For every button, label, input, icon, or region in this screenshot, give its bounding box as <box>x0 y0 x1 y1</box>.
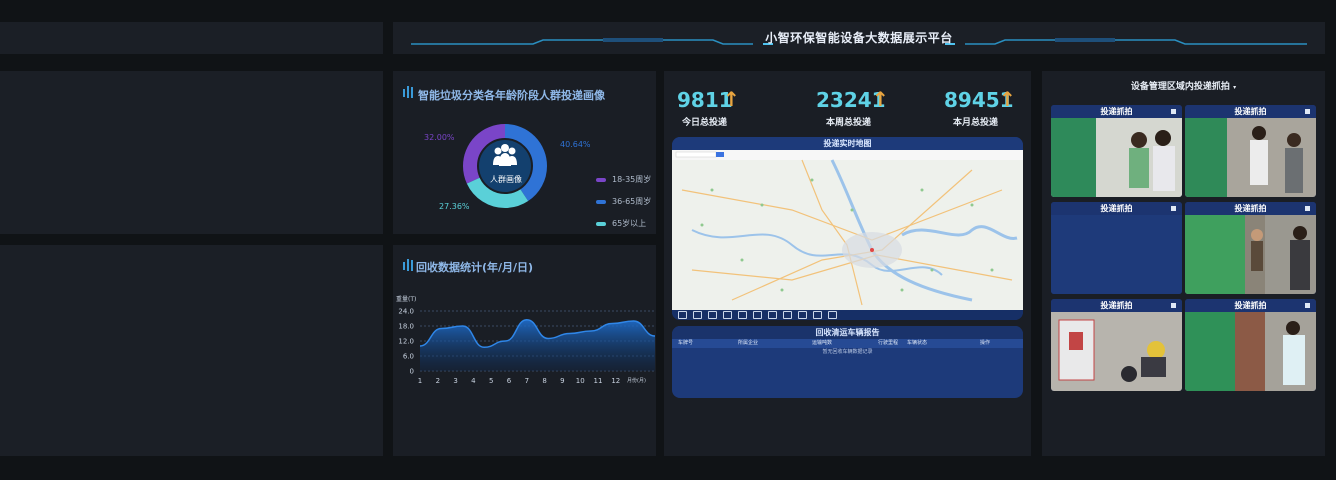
map-tool-icon[interactable] <box>768 311 777 319</box>
donut-pct-36-65: 40.64% <box>560 140 591 149</box>
page-title: 小智环保智能设备大数据展示平台 <box>765 31 953 45</box>
x-tick-label: 5 <box>489 377 493 385</box>
left-bottom-panel <box>0 245 383 456</box>
map-tool-icon[interactable] <box>828 311 837 319</box>
map-toolbar[interactable] <box>672 310 1023 320</box>
left-middle-panel <box>0 71 383 234</box>
map-container: 投递实时地图 <box>672 137 1023 320</box>
map-tool-icon[interactable] <box>798 311 807 319</box>
y-tick-label: 6.0 <box>403 353 414 361</box>
legend-item: 65岁以上 <box>596 218 646 229</box>
camera-panel: 设备管理区域内投递抓拍 ▾ 投递抓拍 投递抓拍 投递抓拍 投递抓拍 投递抓拍 投… <box>1042 71 1325 456</box>
up-arrow-icon: ↑ <box>723 87 740 111</box>
report-header-row: 车牌号 所属企业 运输吨数 行驶里程 车辆状态 操作 <box>672 339 1023 348</box>
x-tick-label: 11 <box>594 377 603 385</box>
legend-item: 18-35周岁 <box>596 174 651 185</box>
fullscreen-icon[interactable] <box>1305 206 1310 211</box>
map-title: 投递实时地图 <box>672 137 1023 150</box>
x-tick-label: 8 <box>542 377 546 385</box>
map-tool-icon[interactable] <box>708 311 717 319</box>
x-tick-label: 4 <box>471 377 476 385</box>
snapshot-empty <box>1051 215 1182 294</box>
camera-panel-title: 设备管理区域内投递抓拍 ▾ <box>1130 82 1237 92</box>
y-tick-label: 18.0 <box>398 323 414 331</box>
report-container: 回收清运车辆报告 车牌号 所属企业 运输吨数 行驶里程 车辆状态 操作 暂无回收… <box>672 326 1023 398</box>
camera-tile[interactable]: 投递抓拍 <box>1185 299 1316 391</box>
x-tick-label: 6 <box>507 377 512 385</box>
map-tool-icon[interactable] <box>723 311 732 319</box>
recycle-area-chart: 24.018.012.06.001 2 3 4 5 6 7 8 9 10 11 12 <box>398 308 656 385</box>
report-col-header: 运输吨数 <box>812 340 833 346</box>
report-col-header: 所属企业 <box>738 340 759 346</box>
report-col-header: 车牌号 <box>678 340 694 346</box>
up-arrow-icon: ↑ <box>999 87 1016 111</box>
map-tool-icon[interactable] <box>753 311 762 319</box>
report-title: 回收清运车辆报告 <box>672 326 1023 339</box>
snapshot-image <box>1185 215 1316 294</box>
donut-center-label: 人群画像 <box>490 175 522 184</box>
donut-pct-18-35: 32.00% <box>424 133 455 142</box>
center-panel: 9811 ↑ 今日总投递 23241 ↑ 本周总投递 89451 ↑ 本月总投递… <box>664 71 1031 456</box>
x-tick-label: 12 <box>611 377 620 385</box>
header-bar: 小智环保智能设备大数据展示平台 <box>393 22 1325 54</box>
area-fill <box>420 319 655 371</box>
camera-tile[interactable]: 投递抓拍 <box>1051 105 1182 197</box>
map-tool-icon[interactable] <box>738 311 747 319</box>
report-col-header: 车辆状态 <box>907 340 928 346</box>
snapshot-image <box>1185 118 1316 197</box>
fullscreen-icon[interactable] <box>1305 303 1310 308</box>
snapshot-image <box>1185 312 1316 391</box>
snapshot-image <box>1051 118 1182 197</box>
x-tick-label: 10 <box>576 377 585 385</box>
legend-item: 36-65周岁 <box>596 196 651 207</box>
x-tick-label: 1 <box>418 377 422 385</box>
snapshot-image <box>1051 312 1182 391</box>
fullscreen-icon[interactable] <box>1171 109 1176 114</box>
report-col-header: 行驶里程 <box>878 340 899 346</box>
map-tool-icon[interactable] <box>678 311 687 319</box>
camera-tile[interactable]: 投递抓拍 <box>1051 299 1182 391</box>
city-map[interactable] <box>672 150 1023 310</box>
report-col-header: 操作 <box>980 340 991 346</box>
stat-week-label: 本周总投递 <box>826 118 872 128</box>
y-tick-label: 12.0 <box>398 338 414 346</box>
map-tool-icon[interactable] <box>783 311 792 319</box>
fullscreen-icon[interactable] <box>1171 303 1176 308</box>
x-tick-label: 7 <box>525 377 529 385</box>
y-tick-label: 0 <box>410 368 414 376</box>
donut-pct-65-plus: 27.36% <box>439 202 470 211</box>
y-tick-label: 24.0 <box>398 308 414 316</box>
camera-tile[interactable]: 投递抓拍 <box>1185 202 1316 294</box>
map-tool-icon[interactable] <box>693 311 702 319</box>
camera-tile[interactable]: 投递抓拍 <box>1051 202 1182 294</box>
fullscreen-icon[interactable] <box>1171 206 1176 211</box>
x-tick-label: 2 <box>436 377 440 385</box>
age-profile-panel: 智能垃圾分类各年龄阶段人群投递画像 人群画像 32.00% 40.64% 27.… <box>393 71 656 234</box>
stat-month-label: 本月总投递 <box>953 118 999 128</box>
x-tick-label: 9 <box>560 377 564 385</box>
donut-chart <box>463 124 547 208</box>
x-tick-label: 3 <box>453 377 457 385</box>
dropdown-icon[interactable]: ▾ <box>1233 84 1236 91</box>
up-arrow-icon: ↑ <box>872 87 889 111</box>
recycle-stats-panel: 回收数据统计(年/月/日) 重量(T) 月份(月) 24.0 18.0 12.0 6.… <box>393 245 656 456</box>
map-tool-icon[interactable] <box>813 311 822 319</box>
report-empty-text: 暂无回收车辆数据记录 <box>822 349 873 355</box>
stat-today-label: 今日总投递 <box>682 118 728 128</box>
fullscreen-icon[interactable] <box>1305 109 1310 114</box>
camera-tile[interactable]: 投递抓拍 <box>1185 105 1316 197</box>
left-top-panel <box>0 22 383 54</box>
